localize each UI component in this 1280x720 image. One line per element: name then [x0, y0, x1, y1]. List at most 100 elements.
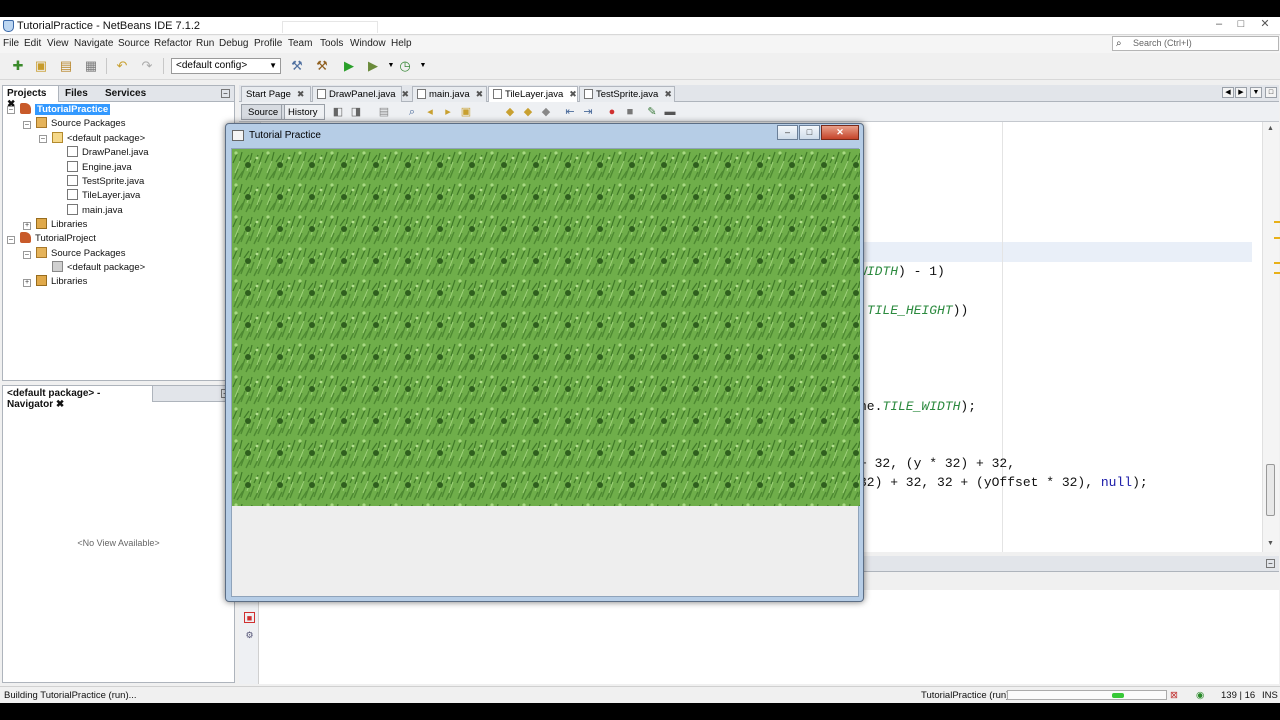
close-button[interactable]: ✕ [1252, 17, 1278, 33]
history-button[interactable]: History [281, 104, 325, 120]
search-input[interactable]: ⌕ Search (Ctrl+I) [1112, 36, 1279, 51]
comment-icon[interactable]: ✎ [643, 103, 661, 121]
collapse-icon[interactable]: – [7, 106, 15, 114]
notification-icon[interactable]: ◉ [1196, 690, 1204, 701]
tree-node-package[interactable]: <default package> [52, 261, 145, 275]
editor-scrollbar[interactable]: ▲ ▼ [1262, 122, 1280, 552]
tree-node-file[interactable]: TileLayer.java [67, 189, 140, 203]
undo-icon[interactable]: ↶ [113, 57, 131, 75]
app-window-titlebar[interactable]: Tutorial Practice [232, 124, 732, 148]
app-maximize-button[interactable]: □ [799, 125, 820, 140]
close-icon[interactable]: ✖ [56, 399, 64, 410]
build-hammer-icon[interactable]: ⚒ [288, 57, 306, 75]
tree-node-file[interactable]: Engine.java [67, 161, 132, 175]
run-icon[interactable]: ▶ [340, 57, 358, 75]
previous-bookmark-icon[interactable]: ◆ [501, 103, 519, 121]
close-icon[interactable]: ✖ [297, 89, 305, 99]
tab-drawpanel[interactable]: DrawPanel.java ✖ [312, 86, 409, 102]
next-bookmark-icon[interactable]: ◆ [519, 103, 537, 121]
stop-icon[interactable]: ■ [244, 612, 255, 623]
tutorial-practice-window[interactable]: Tutorial Practice – □ ✕ [225, 123, 864, 602]
menu-edit[interactable]: Edit [24, 38, 41, 49]
shift-right-icon[interactable]: ⇥ [579, 103, 597, 121]
open-project-icon[interactable]: ▤ [57, 57, 75, 75]
tab-testsprite[interactable]: TestSprite.java ✖ [579, 86, 675, 102]
toggle-bookmark-icon[interactable]: ◆ [537, 103, 555, 121]
app-minimize-button[interactable]: – [777, 125, 798, 140]
error-stripe-mark[interactable] [1274, 237, 1280, 239]
expand-icon[interactable]: + [23, 222, 31, 230]
chevron-down-icon[interactable]: ▼ [414, 57, 432, 75]
task-name[interactable]: TutorialPractice (run) [921, 690, 1009, 701]
menu-view[interactable]: View [47, 38, 69, 49]
close-icon[interactable]: ✖ [664, 89, 672, 99]
menu-profile[interactable]: Profile [254, 38, 282, 49]
new-file-icon[interactable]: ✚ [9, 57, 27, 75]
tree-node-file[interactable]: DrawPanel.java [67, 146, 149, 160]
start-macro-icon[interactable]: ● [603, 103, 621, 121]
menu-file[interactable]: File [3, 38, 19, 49]
stop-macro-icon[interactable]: ■ [621, 103, 639, 121]
collapse-icon[interactable]: – [23, 251, 31, 259]
maximize-editor-icon[interactable]: □ [1265, 87, 1277, 98]
tab-projects[interactable]: Projects ✖ [3, 86, 59, 110]
tree-node-source-packages[interactable]: Source Packages [36, 247, 125, 261]
scroll-down-icon[interactable]: ▼ [1267, 540, 1274, 547]
close-icon[interactable]: ✖ [402, 89, 410, 99]
collapse-icon[interactable]: – [7, 236, 15, 244]
tab-files[interactable]: Files [61, 86, 92, 102]
menu-tools[interactable]: Tools [320, 38, 343, 49]
maximize-button[interactable]: □ [1230, 17, 1252, 33]
tree-node-package[interactable]: <default package> [52, 132, 145, 146]
error-stripe-mark[interactable] [1274, 221, 1280, 223]
profile-icon[interactable]: ◷ [396, 57, 414, 75]
tree-node-source-packages[interactable]: Source Packages [36, 117, 125, 131]
debug-icon[interactable]: ▶ [364, 57, 382, 75]
tab-main[interactable]: main.java ✖ [412, 86, 487, 102]
menu-debug[interactable]: Debug [219, 38, 248, 49]
scroll-tabs-right-icon[interactable]: ▶ [1235, 87, 1247, 98]
tab-tilelayer[interactable]: TileLayer.java ✖ [488, 86, 578, 102]
tree-node-libraries[interactable]: Libraries [36, 218, 87, 232]
tab-services[interactable]: Services [101, 86, 150, 102]
source-button[interactable]: Source [241, 104, 286, 120]
close-icon[interactable]: ✖ [476, 89, 484, 99]
scroll-tabs-left-icon[interactable]: ◀ [1222, 87, 1234, 98]
find-icon[interactable]: ⌕ [403, 103, 421, 121]
tree-node-libraries[interactable]: Libraries [36, 275, 87, 289]
menu-source[interactable]: Source [118, 38, 150, 49]
tab-navigator[interactable]: <default package> - Navigator ✖ [3, 386, 153, 410]
redo-icon[interactable]: ↷ [138, 57, 156, 75]
menu-run[interactable]: Run [196, 38, 214, 49]
config-select[interactable]: <default config> ▼ [171, 58, 281, 74]
new-project-icon[interactable]: ▣ [32, 57, 50, 75]
scrollbar-thumb[interactable] [1266, 464, 1275, 516]
collapse-icon[interactable]: – [39, 135, 47, 143]
minimize-panel-icon[interactable]: – [221, 89, 230, 98]
forward-icon[interactable]: ▤ [375, 103, 393, 121]
save-all-icon[interactable]: ▦ [82, 57, 100, 75]
collapse-icon[interactable]: – [23, 121, 31, 129]
minimize-button[interactable]: – [1208, 17, 1230, 33]
app-close-button[interactable]: ✕ [821, 125, 859, 140]
tab-start-page[interactable]: Start Page ✖ [241, 86, 311, 102]
menu-help[interactable]: Help [391, 38, 412, 49]
app-window-client[interactable] [231, 148, 860, 597]
close-icon[interactable]: ✖ [569, 89, 577, 99]
find-next-icon[interactable]: ▸ [439, 103, 457, 121]
tab-list-dropdown-icon[interactable]: ▼ [1250, 87, 1262, 98]
menu-navigate[interactable]: Navigate [74, 38, 113, 49]
tree-node-project[interactable]: TutorialPractice [20, 103, 111, 117]
cancel-task-icon[interactable]: ⊠ [1170, 690, 1178, 701]
menu-refactor[interactable]: Refactor [154, 38, 192, 49]
error-stripe-mark[interactable] [1274, 262, 1280, 264]
clean-build-icon[interactable]: ⚒ [313, 57, 331, 75]
expand-icon[interactable]: + [23, 279, 31, 287]
back-icon[interactable]: ◨ [347, 103, 365, 121]
tree-node-file[interactable]: main.java [67, 204, 123, 218]
uncomment-icon[interactable]: ▬ [661, 103, 679, 121]
tree-node-file[interactable]: TestSprite.java [67, 175, 144, 189]
error-stripe-mark[interactable] [1274, 272, 1280, 274]
tree-node-project[interactable]: TutorialProject [20, 232, 96, 246]
find-previous-icon[interactable]: ◂ [421, 103, 439, 121]
